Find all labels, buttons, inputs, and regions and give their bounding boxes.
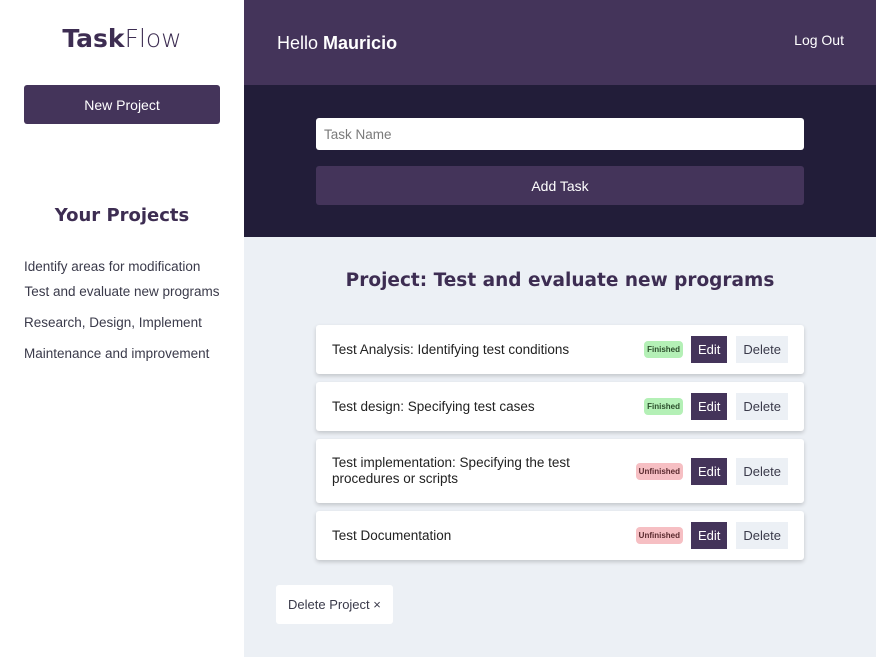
project-item-maintenance[interactable]: Maintenance and improvement — [24, 346, 220, 362]
edit-button[interactable]: Edit — [691, 457, 728, 485]
task-list: Test Analysis: Identifying test conditio… — [316, 325, 804, 568]
edit-button[interactable]: Edit — [691, 336, 728, 363]
projects-title: Your Projects — [54, 205, 190, 226]
projects-list: Identify areas for modification Test and… — [24, 258, 220, 362]
header: Hello Mauricio Log Out — [244, 0, 876, 85]
delete-project-button[interactable]: Delete Project × — [276, 585, 393, 624]
status-badge: Finished — [644, 398, 684, 415]
project-main: Project: Test and evaluate new programs … — [244, 237, 876, 657]
task-name: Test design: Specifying test cases — [332, 398, 535, 414]
delete-button[interactable]: Delete — [736, 457, 788, 485]
new-project-button[interactable]: New Project — [24, 85, 220, 124]
task-name-input[interactable] — [316, 118, 804, 150]
status-badge: Unfinished — [635, 527, 684, 544]
task-item: Test Analysis: Identifying test conditio… — [316, 325, 804, 374]
task-name: Test Documentation — [332, 527, 452, 543]
greeting-text: Hello — [277, 33, 319, 53]
edit-button[interactable]: Edit — [691, 522, 728, 549]
logo-bold: Task — [62, 24, 125, 53]
project-item-research-design[interactable]: Research, Design, Implement — [24, 315, 220, 331]
task-item: Test implementation: Specifying the test… — [316, 439, 804, 503]
delete-button[interactable]: Delete — [736, 336, 788, 363]
logout-link[interactable]: Log Out — [794, 32, 844, 48]
task-name: Test implementation: Specifying the test… — [332, 455, 570, 486]
add-task-button[interactable]: Add Task — [316, 166, 804, 205]
task-item: Test Documentation Unfinished Edit Delet… — [316, 511, 804, 560]
project-title: Project: Test and evaluate new programs — [345, 270, 775, 291]
logo-light: Flow — [124, 24, 182, 53]
delete-button[interactable]: Delete — [736, 522, 788, 549]
project-item-test-and-evaluate[interactable]: Test and evaluate new programs — [24, 284, 220, 300]
status-badge: Finished — [644, 341, 684, 358]
edit-button[interactable]: Edit — [691, 393, 728, 420]
app-logo: TaskFlow — [0, 24, 244, 53]
task-name: Test Analysis: Identifying test conditio… — [332, 341, 570, 357]
status-badge: Unfinished — [635, 462, 684, 480]
greeting: Hello Mauricio — [277, 33, 397, 54]
task-form: Add Task — [244, 85, 876, 237]
sidebar: TaskFlow New Project Your Projects Ident… — [0, 0, 244, 657]
delete-button[interactable]: Delete — [736, 393, 788, 420]
task-item: Test design: Specifying test cases Finis… — [316, 382, 804, 431]
project-item-identify-areas[interactable]: Identify areas for modification — [24, 259, 220, 275]
user-name: Mauricio — [323, 33, 398, 53]
